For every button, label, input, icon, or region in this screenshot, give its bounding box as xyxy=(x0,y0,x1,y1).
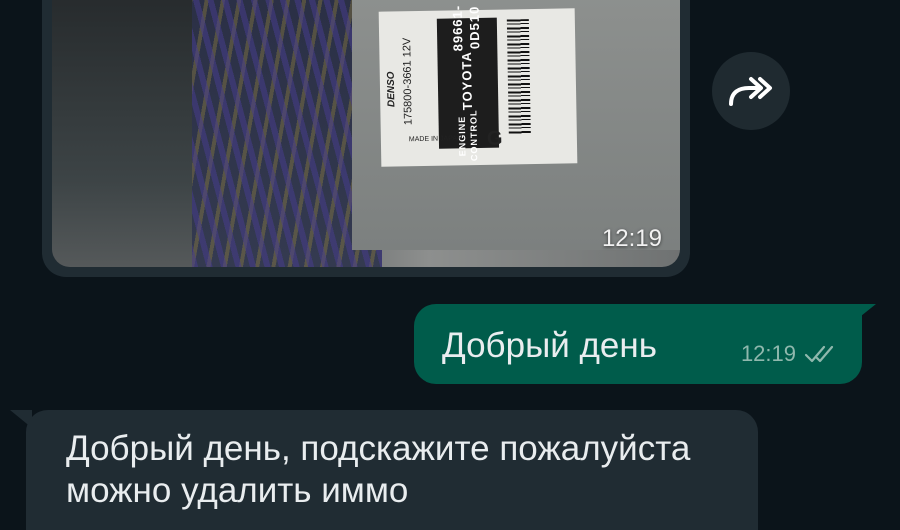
ecu-brand: TOYOTA xyxy=(458,51,475,111)
ecu-photo[interactable]: 175800-3661 12V ENGINE CONTROL TOYOTA 89… xyxy=(52,0,680,267)
ecu-origin: MADE IN JAPAN xyxy=(408,135,463,144)
message-meta: 12:19 xyxy=(741,341,838,367)
ecu-letter: G xyxy=(486,127,503,150)
message-time: 12:19 xyxy=(601,225,662,252)
outgoing-message[interactable]: Добрый день 12:19 xyxy=(414,304,862,384)
double-check-icon xyxy=(804,345,834,363)
chat-thread: 175800-3661 12V ENGINE CONTROL TOYOTA 89… xyxy=(0,0,900,530)
forward-icon xyxy=(729,77,772,106)
message-text: Добрый день, подскажите пожалуйста можно… xyxy=(66,429,691,510)
ecu-label: 175800-3661 12V ENGINE CONTROL TOYOTA 89… xyxy=(378,5,578,167)
part-number-text: 175800-3661 12V xyxy=(401,37,415,126)
incoming-message[interactable]: Добрый день, подскажите пожалуйста можно… xyxy=(26,410,758,530)
incoming-photo-message[interactable]: 175800-3661 12V ENGINE CONTROL TOYOTA 89… xyxy=(42,0,690,277)
message-text: Добрый день xyxy=(442,326,657,365)
ecu-maker: DENSO xyxy=(385,71,398,108)
message-time: 12:19 xyxy=(740,341,796,366)
barcode xyxy=(506,19,531,135)
forward-button[interactable] xyxy=(712,52,790,130)
photo-background xyxy=(52,0,202,267)
ecu-code: 89661-0D510 xyxy=(449,4,483,52)
